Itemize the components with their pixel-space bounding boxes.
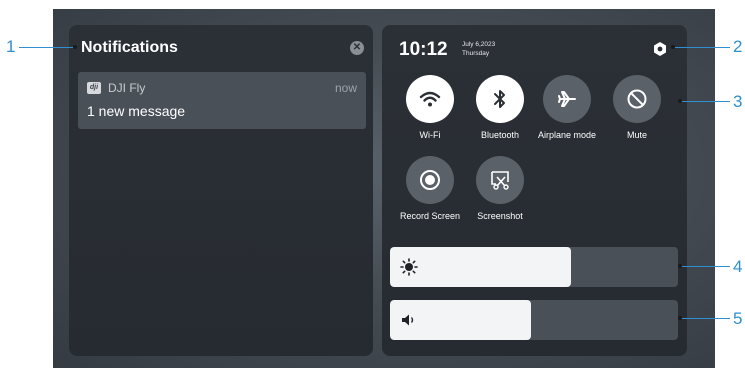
callout-4-dot bbox=[678, 264, 682, 268]
brightness-slider[interactable] bbox=[390, 247, 678, 287]
callout-5-number: 5 bbox=[733, 309, 743, 328]
callout-5-line bbox=[680, 318, 730, 319]
callout-1-number: 1 bbox=[6, 37, 16, 56]
wifi-toggle[interactable] bbox=[406, 75, 454, 123]
date-text: July 6,2023 bbox=[462, 41, 496, 48]
dji-app-icon: dji bbox=[87, 82, 101, 94]
brightness-icon bbox=[400, 258, 418, 276]
notifications-title: Notifications bbox=[81, 39, 178, 56]
callout-4-number: 4 bbox=[733, 257, 743, 276]
wifi-label: Wi-Fi bbox=[419, 130, 441, 140]
record-screen-label: Record Screen bbox=[399, 211, 461, 221]
mute-toggle[interactable] bbox=[613, 75, 661, 123]
notification-time: now bbox=[334, 81, 357, 95]
control-center-panel: 10:12 July 6,2023 Thursday Wi-Fi Bluetoo… bbox=[382, 25, 687, 356]
clock-time: 10:12 bbox=[399, 39, 448, 60]
wifi-icon bbox=[419, 91, 441, 107]
notification-card[interactable]: dji DJI Fly now 1 new message bbox=[78, 72, 366, 129]
callout-5-dot bbox=[678, 316, 682, 320]
mute-label: Mute bbox=[626, 130, 647, 140]
callout-1-dot bbox=[73, 45, 77, 49]
screenshot-label: Screenshot bbox=[477, 211, 523, 221]
callout-2-dot bbox=[671, 45, 675, 49]
notification-app-name: DJI Fly bbox=[108, 81, 146, 95]
callout-1-line bbox=[19, 47, 74, 48]
close-icon[interactable]: ✕ bbox=[350, 41, 364, 55]
notifications-panel: Notifications ✕ dji DJI Fly now 1 new me… bbox=[69, 25, 373, 356]
callout-3-dot bbox=[678, 99, 682, 103]
callout-2-number: 2 bbox=[733, 37, 743, 56]
screenshot-icon bbox=[491, 171, 509, 190]
callout-3-line bbox=[680, 101, 730, 102]
bluetooth-toggle[interactable] bbox=[476, 75, 524, 123]
mute-icon bbox=[627, 89, 647, 109]
record-screen-toggle[interactable] bbox=[406, 156, 454, 204]
callout-2-line bbox=[673, 47, 730, 48]
airplane-icon bbox=[558, 91, 576, 107]
date-block: July 6,2023 Thursday bbox=[462, 40, 495, 58]
bluetooth-label: Bluetooth bbox=[480, 130, 520, 140]
record-icon bbox=[420, 170, 440, 190]
airplane-toggle[interactable] bbox=[543, 75, 591, 123]
settings-icon[interactable] bbox=[652, 41, 668, 57]
bluetooth-icon bbox=[494, 90, 505, 108]
volume-slider[interactable] bbox=[390, 300, 678, 340]
weekday-text: Thursday bbox=[462, 50, 490, 57]
screenshot-toggle[interactable] bbox=[476, 156, 524, 204]
callout-3-number: 3 bbox=[733, 92, 743, 111]
airplane-label: Airplane mode bbox=[537, 130, 597, 140]
callout-4-line bbox=[680, 266, 730, 267]
volume-icon bbox=[402, 314, 414, 326]
notification-message: 1 new message bbox=[87, 103, 186, 119]
